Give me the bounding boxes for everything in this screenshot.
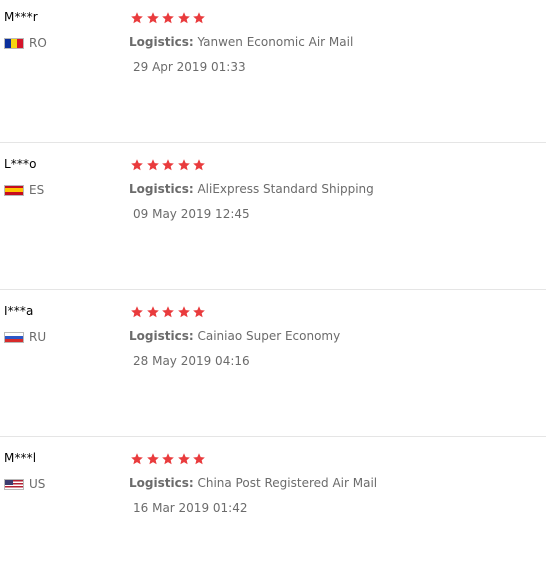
logistics-label: Logistics:	[129, 35, 194, 49]
star-icon	[131, 306, 143, 318]
logistics-label: Logistics:	[129, 476, 194, 490]
star-icon	[193, 306, 205, 318]
review-date: 16 Mar 2019 01:42	[133, 501, 248, 515]
star-icon	[193, 453, 205, 465]
star-icon	[177, 453, 190, 465]
logistics-method: China Post Registered Air Mail	[197, 476, 378, 490]
star-icon	[131, 159, 143, 171]
star-icon	[177, 12, 190, 24]
logistics-label: Logistics:	[129, 182, 194, 196]
country-code: RO	[29, 36, 47, 50]
spain-flag-icon	[4, 184, 24, 196]
star-icon	[146, 12, 159, 24]
reviewer-name: M***l	[4, 451, 37, 465]
star-icon	[193, 12, 205, 24]
usa-flag-icon	[4, 478, 24, 490]
reviewer-name: I***a	[4, 304, 34, 318]
review-item: L***o ES Logistics: AliExpress Standard …	[0, 147, 546, 294]
review-date: 09 May 2019 12:45	[133, 207, 250, 221]
logistics-info: Logistics: Yanwen Economic Air Mail	[129, 35, 353, 49]
star-icon	[162, 306, 174, 318]
logistics-method: Cainiao Super Economy	[197, 329, 341, 343]
star-rating	[130, 158, 208, 172]
star-icon	[162, 453, 174, 465]
logistics-info: Logistics: AliExpress Standard Shipping	[129, 182, 374, 196]
star-icon	[146, 453, 159, 465]
review-date: 29 Apr 2019 01:33	[133, 60, 246, 74]
star-icon	[177, 159, 190, 171]
star-icon	[146, 159, 159, 171]
review-divider	[0, 142, 546, 143]
romania-flag-icon	[4, 37, 24, 49]
logistics-method: Yanwen Economic Air Mail	[197, 35, 354, 49]
star-rating	[130, 452, 208, 466]
star-icon	[193, 159, 205, 171]
country-code: US	[29, 477, 46, 491]
review-item: M***r RO Logistics: Yanwen Economic Air …	[0, 0, 546, 147]
review-divider	[0, 436, 546, 437]
star-icon	[162, 159, 174, 171]
reviewer-country: ES	[4, 182, 44, 198]
logistics-info: Logistics: China Post Registered Air Mai…	[129, 476, 377, 490]
star-icon	[177, 306, 190, 318]
star-icon	[162, 12, 174, 24]
country-code: ES	[29, 183, 45, 197]
reviewer-country: RO	[4, 35, 47, 51]
logistics-info: Logistics: Cainiao Super Economy	[129, 329, 340, 343]
russia-flag-icon	[4, 331, 24, 343]
reviewer-name: M***r	[4, 10, 38, 24]
country-code: RU	[29, 330, 47, 344]
review-item: I***a RU Logistics: Cainiao Super Econom…	[0, 294, 546, 441]
review-divider	[0, 289, 546, 290]
star-icon	[146, 306, 159, 318]
logistics-label: Logistics:	[129, 329, 194, 343]
review-date: 28 May 2019 04:16	[133, 354, 250, 368]
star-rating	[130, 11, 208, 25]
reviewer-country: RU	[4, 329, 46, 345]
review-list: M***r RO Logistics: Yanwen Economic Air …	[0, 0, 546, 546]
review-item: M***l US Logistics: China Post Registere…	[0, 441, 546, 588]
star-icon	[131, 453, 143, 465]
reviewer-name: L***o	[4, 157, 37, 171]
reviewer-country: US	[4, 476, 45, 492]
logistics-method: AliExpress Standard Shipping	[197, 182, 374, 196]
star-icon	[131, 12, 143, 24]
star-rating	[130, 305, 208, 319]
